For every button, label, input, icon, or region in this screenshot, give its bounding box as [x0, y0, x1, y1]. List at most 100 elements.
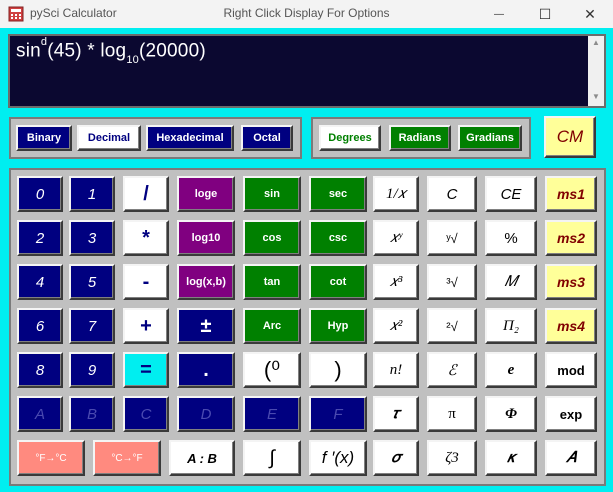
scroll-down-arrow-icon[interactable]: ▼	[588, 92, 604, 104]
degree-paren-button[interactable]: (⁰	[243, 352, 301, 388]
percent-button[interactable]: %	[485, 220, 537, 256]
clear-button[interactable]: C	[427, 176, 477, 212]
divide-button[interactable]: /	[123, 176, 169, 212]
display[interactable]: sind(45) * log10(20000) ▲ ▼	[8, 34, 606, 108]
x-cubed-button[interactable]: 𝑥³	[373, 264, 419, 300]
sec-button[interactable]: sec	[309, 176, 367, 212]
decimal-point-button[interactable]: .	[177, 352, 235, 388]
digit-7-button[interactable]: 7	[69, 308, 115, 344]
display-func-sup: d	[40, 36, 48, 48]
e-constant-button[interactable]: e	[485, 352, 537, 388]
display-expression: sind(45) * log10(20000)	[16, 36, 206, 67]
alpha-button[interactable]: 𝐴	[545, 440, 597, 476]
x-power-y-button[interactable]: 𝑥ʸ	[373, 220, 419, 256]
maximize-button[interactable]: ☐	[522, 0, 568, 28]
digit-4-button[interactable]: 4	[17, 264, 63, 300]
digit-5-button[interactable]: 5	[69, 264, 115, 300]
clear-entry-button[interactable]: CE	[485, 176, 537, 212]
fahrenheit-to-celsius-button[interactable]: °F→°C	[17, 440, 85, 476]
y-root-button[interactable]: ʸ√	[427, 220, 477, 256]
cot-button[interactable]: cot	[309, 264, 367, 300]
mean-button[interactable]: 𝑀	[485, 264, 537, 300]
digit-3-button[interactable]: 3	[69, 220, 115, 256]
title-bar: pySci Calculator Right Click Display For…	[0, 0, 613, 28]
maximize-icon: ☐	[538, 5, 552, 22]
hex-c-button[interactable]: C	[123, 396, 169, 432]
mod-button[interactable]: mod	[545, 352, 597, 388]
pi-button[interactable]: π	[427, 396, 477, 432]
digit-8-button[interactable]: 8	[17, 352, 63, 388]
sigma-button[interactable]: 𝜎	[373, 440, 419, 476]
memory-store-1-button[interactable]: ms1	[545, 176, 597, 212]
hex-e-button[interactable]: E	[243, 396, 301, 432]
display-arg2: (20000)	[138, 40, 206, 62]
zeta-3-button[interactable]: ζ3	[427, 440, 477, 476]
cube-root-button[interactable]: ³√	[427, 264, 477, 300]
cos-button[interactable]: cos	[243, 220, 301, 256]
factorial-button[interactable]: n!	[373, 352, 419, 388]
arc-button[interactable]: Arc	[243, 308, 301, 344]
hex-d-button[interactable]: D	[177, 396, 235, 432]
minimize-button[interactable]: —	[476, 0, 522, 28]
csc-button[interactable]: csc	[309, 220, 367, 256]
decimal-mode-button[interactable]: Decimal	[77, 125, 141, 151]
hexadecimal-mode-button[interactable]: Hexadecimal	[146, 125, 234, 151]
degrees-mode-button[interactable]: Degrees	[319, 125, 381, 151]
hex-a-button[interactable]: A	[17, 396, 63, 432]
digit-2-button[interactable]: 2	[17, 220, 63, 256]
display-log-sub: 10	[126, 54, 139, 67]
hex-b-button[interactable]: B	[69, 396, 115, 432]
close-paren-button[interactable]: )	[309, 352, 367, 388]
binary-mode-button[interactable]: Binary	[16, 125, 72, 151]
tau-button[interactable]: 𝜏	[373, 396, 419, 432]
celsius-to-fahrenheit-button[interactable]: °C→°F	[93, 440, 161, 476]
gradians-mode-button[interactable]: Gradians	[458, 125, 522, 151]
sin-button[interactable]: sin	[243, 176, 301, 212]
x-squared-button[interactable]: 𝑥²	[373, 308, 419, 344]
display-func: sin	[16, 40, 41, 62]
memory-store-2-button[interactable]: ms2	[545, 220, 597, 256]
digit-1-button[interactable]: 1	[69, 176, 115, 212]
hex-f-button[interactable]: F	[309, 396, 367, 432]
memory-store-3-button[interactable]: ms3	[545, 264, 597, 300]
exp-button[interactable]: exp	[545, 396, 597, 432]
kappa-button[interactable]: 𝜅	[485, 440, 537, 476]
close-icon: ✕	[584, 5, 596, 22]
equals-button[interactable]: =	[123, 352, 169, 388]
derivative-button[interactable]: f ′(x)	[309, 440, 367, 476]
plus-minus-button[interactable]: ±	[177, 308, 235, 344]
phi-button[interactable]: Φ	[485, 396, 537, 432]
hyp-button[interactable]: Hyp	[309, 308, 367, 344]
memory-store-4-button[interactable]: ms4	[545, 308, 597, 344]
display-arg1: (45) * log	[47, 40, 127, 62]
scroll-up-arrow-icon[interactable]: ▲	[588, 38, 604, 50]
digit-6-button[interactable]: 6	[17, 308, 63, 344]
epsilon-button[interactable]: ℰ	[427, 352, 477, 388]
octal-mode-button[interactable]: Octal	[241, 125, 293, 151]
base-mode-group: Binary Decimal Hexadecimal Octal	[9, 117, 302, 159]
minus-button[interactable]: -	[123, 264, 169, 300]
calculator-frame: sind(45) * log10(20000) ▲ ▼ Binary Decim…	[0, 28, 613, 492]
ratio-button[interactable]: A : B	[169, 440, 235, 476]
integral-button[interactable]: ∫	[243, 440, 301, 476]
tan-button[interactable]: tan	[243, 264, 301, 300]
reciprocal-button[interactable]: 1/𝑥	[373, 176, 419, 212]
digit-0-button[interactable]: 0	[17, 176, 63, 212]
minimize-icon: —	[494, 8, 504, 20]
log-x-base-button[interactable]: log(x,b)	[177, 264, 235, 300]
log-10-button[interactable]: log10	[177, 220, 235, 256]
multiply-button[interactable]: *	[123, 220, 169, 256]
product-button[interactable]: Π₂	[485, 308, 537, 344]
app-name: pySci Calculator	[30, 6, 117, 20]
display-scrollbar[interactable]: ▲ ▼	[588, 36, 604, 106]
square-root-button[interactable]: ²√	[427, 308, 477, 344]
angle-mode-group: Degrees Radians Gradians	[311, 117, 531, 159]
plus-button[interactable]: +	[123, 308, 169, 344]
radians-mode-button[interactable]: Radians	[389, 125, 451, 151]
digit-9-button[interactable]: 9	[69, 352, 115, 388]
keypad: 0 1 / loge sin sec 1/𝑥 C CE ms1 2 3 * lo…	[9, 168, 606, 486]
calculator-icon	[8, 6, 24, 22]
close-button[interactable]: ✕	[567, 0, 613, 28]
log-e-button[interactable]: loge	[177, 176, 235, 212]
clear-memory-button[interactable]: CM	[544, 116, 596, 158]
